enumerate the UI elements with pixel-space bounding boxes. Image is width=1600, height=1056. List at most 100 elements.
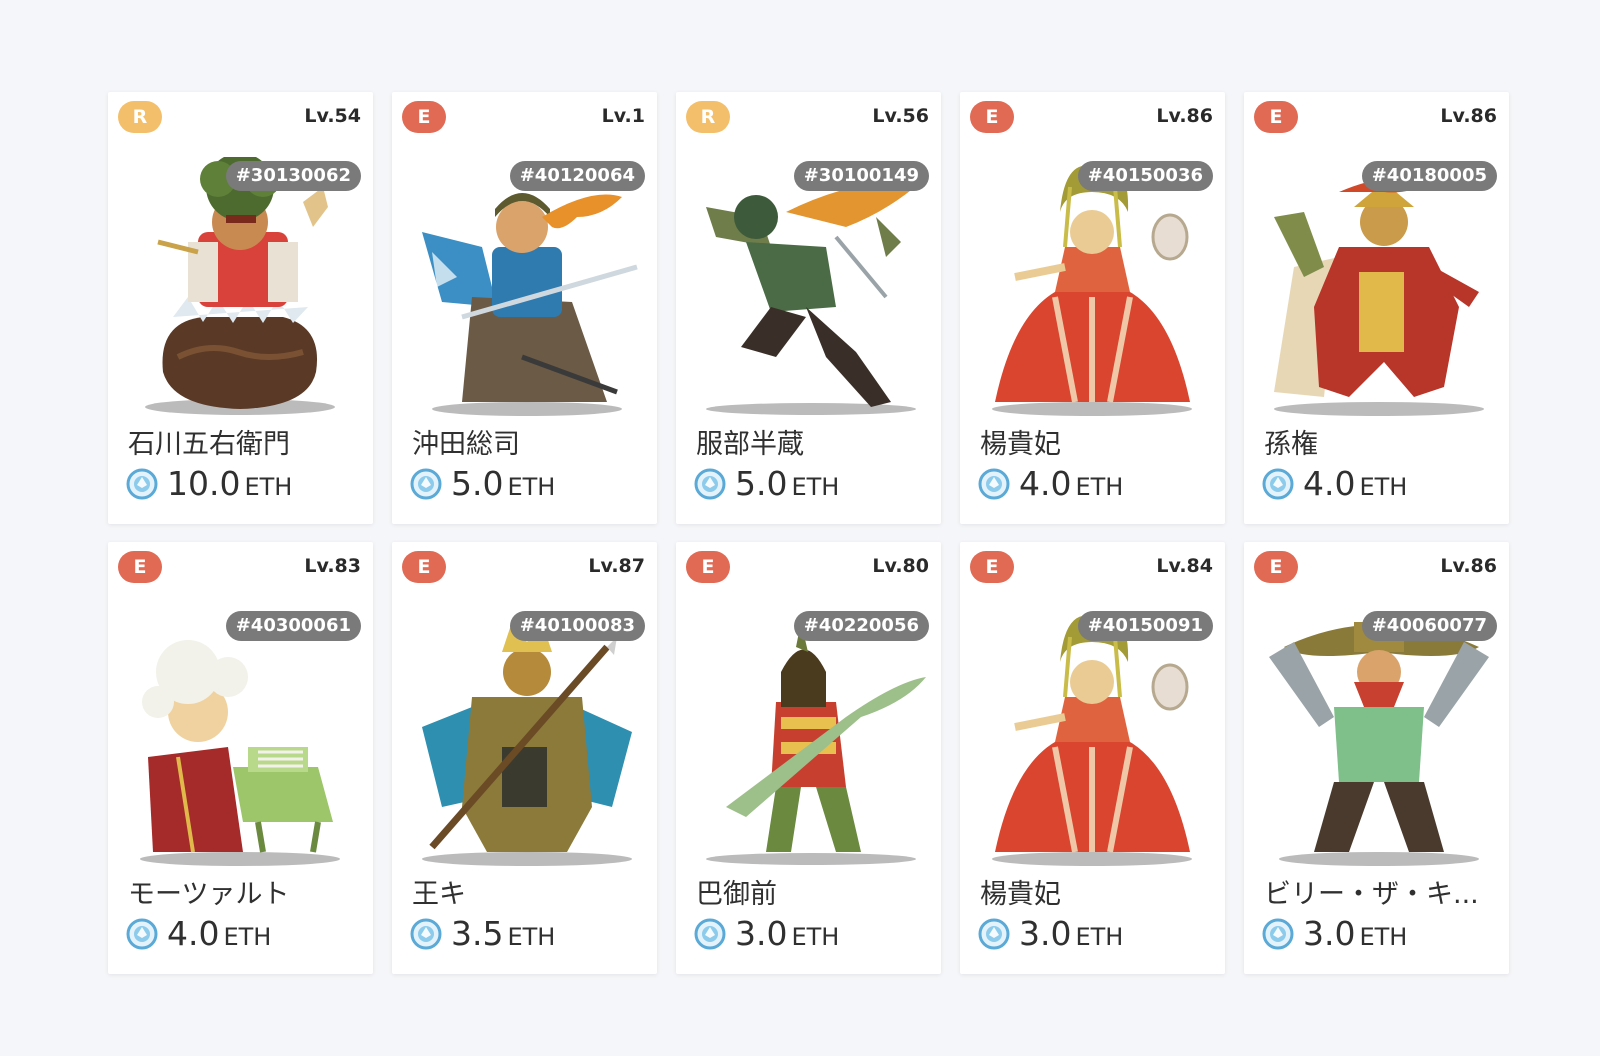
price-value: 3.5 [451,914,504,953]
eth-icon [978,918,1010,949]
hero-card-5[interactable]: E Lv.86 #40180005 孫権 4.0 ETH [1244,92,1509,524]
price: 4.0 ETH [978,464,1123,503]
token-id-badge: #40060077 [1361,611,1497,641]
hero-grid: R Lv.54 #30130062 石川五右衛門 10.0 ETH E Lv.1… [108,92,1509,974]
hero-name: 孫権 [1264,429,1318,460]
token-id-badge: #40150036 [1077,161,1213,191]
ishikawa-goemon-sprite [145,157,335,415]
level-label: Lv.84 [1156,555,1213,577]
eth-icon [126,468,158,499]
eth-icon [410,468,442,499]
tomoe-gozen-sprite [706,622,926,865]
level-label: Lv.87 [588,555,645,577]
price-value: 3.0 [1019,914,1072,953]
price: 3.0 ETH [1262,914,1407,953]
token-id-badge: #40220056 [793,611,929,641]
rarity-badge: E [1254,101,1298,133]
hero-name: 楊貴妃 [980,429,1061,460]
hero-card-7[interactable]: E Lv.87 #40100083 王キ 3.5 ETH [392,542,657,974]
hero-card-9[interactable]: E Lv.84 #40150091 楊貴妃 3.0 ETH [960,542,1225,974]
mozart-sprite [140,640,340,866]
price-value: 3.0 [1303,914,1356,953]
okita-soji-sprite [422,193,638,416]
level-label: Lv.54 [304,105,361,127]
price-unit: ETH [244,472,293,501]
eth-icon [694,468,726,499]
hero-name: 巴御前 [696,879,777,910]
price-value: 5.0 [735,464,788,503]
hero-name: 楊貴妃 [980,879,1061,910]
hero-name: 石川五右衛門 [128,429,290,460]
price: 3.5 ETH [410,914,555,953]
price: 3.0 ETH [694,914,839,953]
level-label: Lv.86 [1440,555,1497,577]
hero-name: ビリー・ザ・キ... [1264,879,1479,910]
hero-card-2[interactable]: E Lv.1 #40120064 沖田総司 5.0 ETH [392,92,657,524]
price: 10.0 ETH [126,464,292,503]
price: 4.0 ETH [1262,464,1407,503]
price-value: 5.0 [451,464,504,503]
price-unit: ETH [1359,922,1408,951]
price-value: 4.0 [1303,464,1356,503]
hero-card-6[interactable]: E Lv.83 #40300061 モーツァルト 4.0 ETH [108,542,373,974]
level-label: Lv.83 [304,555,361,577]
rarity-badge: R [118,101,162,133]
hero-card-10[interactable]: E Lv.86 #40060077 ビリー・ザ・キ... 3.0 ETH [1244,542,1509,974]
price-unit: ETH [791,472,840,501]
ou-ki-sprite [422,622,632,866]
hero-card-3[interactable]: R Lv.56 #30100149 服部半蔵 5.0 ETH [676,92,941,524]
price: 4.0 ETH [126,914,271,953]
rarity-badge: E [970,551,1014,583]
rarity-badge: E [118,551,162,583]
hero-name: モーツァルト [128,879,290,910]
rarity-badge: E [970,101,1014,133]
hero-name: 服部半蔵 [696,429,804,460]
eth-icon [126,918,158,949]
rarity-badge: E [686,551,730,583]
hero-card-1[interactable]: R Lv.54 #30130062 石川五右衛門 10.0 ETH [108,92,373,524]
price-value: 4.0 [1019,464,1072,503]
yang-guifei-sprite [992,615,1192,866]
token-id-badge: #40120064 [509,161,645,191]
price-unit: ETH [223,922,272,951]
price: 3.0 ETH [978,914,1123,953]
hattori-hanzo-sprite [706,181,921,415]
eth-icon [1262,918,1294,949]
eth-icon [410,918,442,949]
price-value: 3.0 [735,914,788,953]
sun-quan-sprite [1274,176,1484,416]
level-label: Lv.86 [1156,105,1213,127]
price-unit: ETH [1075,922,1124,951]
price-unit: ETH [1075,472,1124,501]
rarity-badge: E [402,551,446,583]
token-id-badge: #30130062 [225,161,361,191]
price-unit: ETH [507,472,556,501]
rarity-badge: E [1254,551,1298,583]
level-label: Lv.1 [601,105,645,127]
level-label: Lv.56 [872,105,929,127]
price-unit: ETH [1359,472,1408,501]
eth-icon [978,468,1010,499]
level-label: Lv.86 [1440,105,1497,127]
eth-icon [694,918,726,949]
token-id-badge: #40180005 [1361,161,1497,191]
rarity-badge: E [402,101,446,133]
token-id-badge: #40100083 [509,611,645,641]
price: 5.0 ETH [410,464,555,503]
token-id-badge: #40300061 [225,611,361,641]
eth-icon [1262,468,1294,499]
billy-the-kid-sprite [1269,622,1489,866]
hero-card-4[interactable]: E Lv.86 #40150036 楊貴妃 4.0 ETH [960,92,1225,524]
hero-card-8[interactable]: E Lv.80 #40220056 巴御前 3.0 ETH [676,542,941,974]
level-label: Lv.80 [872,555,929,577]
token-id-badge: #40150091 [1077,611,1213,641]
yang-guifei-sprite [992,165,1192,416]
price: 5.0 ETH [694,464,839,503]
token-id-badge: #30100149 [793,161,929,191]
rarity-badge: R [686,101,730,133]
hero-name: 王キ [412,879,466,910]
price-unit: ETH [791,922,840,951]
hero-name: 沖田総司 [412,429,520,460]
price-unit: ETH [507,922,556,951]
price-value: 4.0 [167,914,220,953]
